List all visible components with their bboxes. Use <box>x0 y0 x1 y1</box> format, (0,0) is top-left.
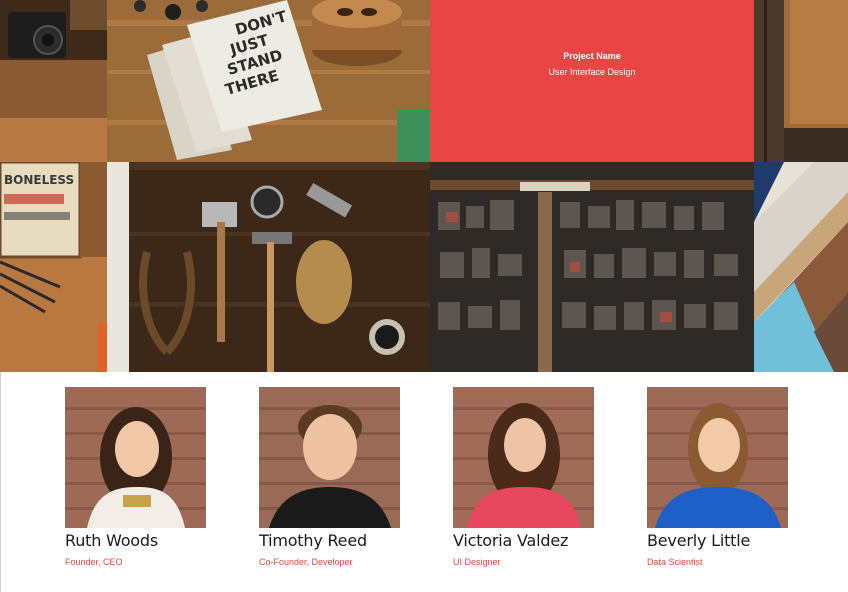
portfolio-tile-notebooks[interactable]: DON'T JUST STAND THERE <box>107 0 430 162</box>
team-member-role: Co-Founder, Developer <box>259 557 353 567</box>
team-member-name: Ruth Woods <box>65 531 158 550</box>
boneless-sign-image: BONELESS <box>0 162 107 372</box>
team-member-card: Victoria Valdez UI Designer <box>453 387 594 567</box>
team-member-card: Ruth Woods Founder, CEO <box>65 387 206 567</box>
left-border <box>0 372 1 592</box>
portfolio-tile-boneless-sign[interactable]: BONELESS <box>0 162 107 372</box>
project-category: User Interface Design <box>548 67 636 77</box>
wood-planks-image <box>754 162 848 372</box>
boneless-sign-text: BONELESS <box>4 173 74 187</box>
portfolio-tile-letterpress[interactable] <box>430 162 754 372</box>
team-member-name: Beverly Little <box>647 531 751 550</box>
project-name: Project Name <box>563 51 621 61</box>
team-member-photo <box>259 387 400 528</box>
team-member-name: Timothy Reed <box>259 531 367 550</box>
team-member-role: UI Designer <box>453 557 501 567</box>
tools-image <box>107 162 430 372</box>
team-member-photo <box>647 387 788 528</box>
team-member-name: Victoria Valdez <box>453 531 569 550</box>
team-member-role: Founder, CEO <box>65 557 123 567</box>
team-member-card: Timothy Reed Co-Founder, Developer <box>259 387 400 567</box>
camera-desk-image <box>0 0 107 162</box>
project-overlay[interactable]: Project Name User Interface Design <box>430 0 754 162</box>
team-member-card: Beverly Little Data Scientist <box>647 387 788 567</box>
portfolio-tile-tools[interactable] <box>107 162 430 372</box>
team-member-photo <box>453 387 594 528</box>
portfolio-tile-camera-desk[interactable] <box>0 0 107 162</box>
team-member-role: Data Scientist <box>647 557 703 567</box>
wood-panel-image <box>754 0 848 162</box>
notebooks-image: DON'T JUST STAND THERE <box>107 0 430 162</box>
portfolio-tile-wood-panel[interactable] <box>754 0 848 162</box>
letterpress-image <box>430 162 754 372</box>
portfolio-tile-wood-planks[interactable] <box>754 162 848 372</box>
team-member-photo <box>65 387 206 528</box>
